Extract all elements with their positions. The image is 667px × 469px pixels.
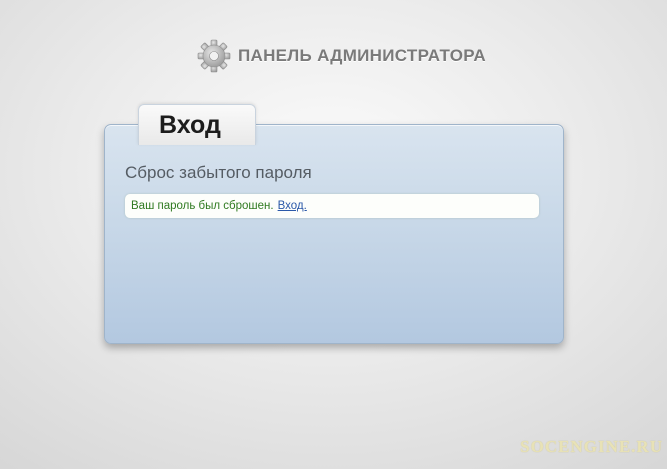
success-message: Ваш пароль был сброшен. Вход.	[125, 194, 539, 218]
login-link[interactable]: Вход.	[278, 200, 307, 212]
success-message-text: Ваш пароль был сброшен.	[131, 200, 274, 212]
page-title: ПАНЕЛЬ АДМИНИСТРАТОРА	[238, 46, 486, 65]
login-panel: Сброс забытого пароля Ваш пароль был сбр…	[104, 124, 564, 344]
watermark-logo: SOCENGINE.RU	[520, 437, 663, 456]
gear-icon	[196, 38, 232, 74]
panel-title: Сброс забытого пароля	[125, 163, 312, 182]
admin-panel-header: ПАНЕЛЬ АДМИНИСТРАТОРА	[196, 38, 486, 74]
login-tab-label: Вход	[159, 111, 221, 139]
login-tab: Вход	[138, 104, 256, 145]
